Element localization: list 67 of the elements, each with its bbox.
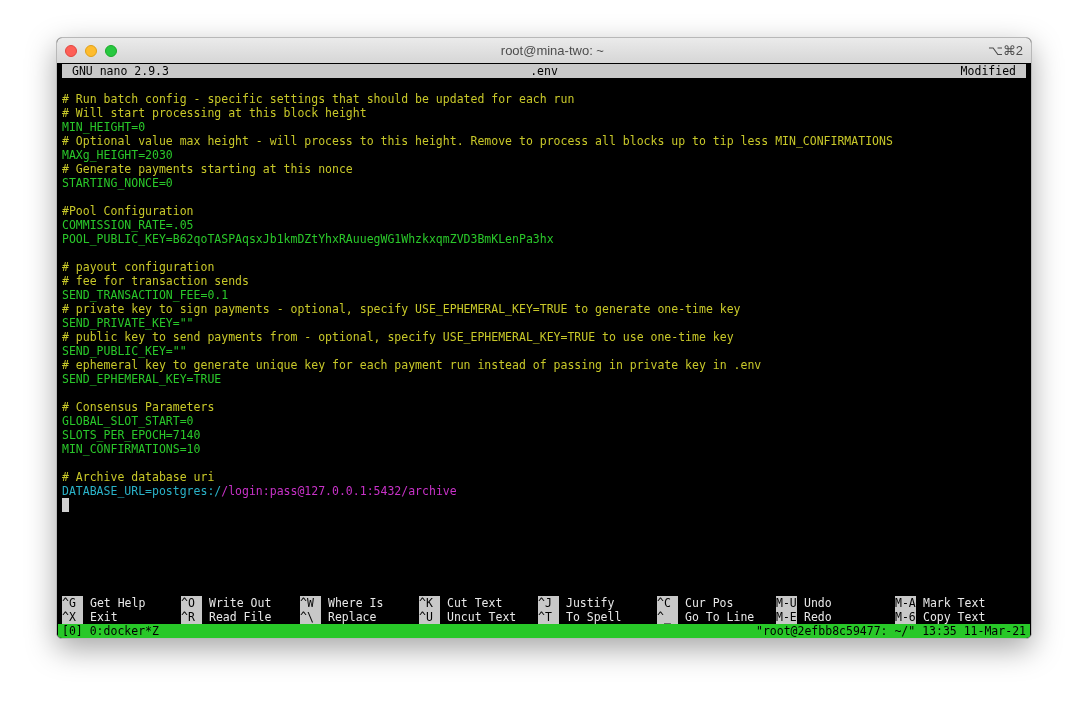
shortcut-label: Read File (209, 610, 272, 624)
code-line: SLOTS_PER_EPOCH=7140 (62, 428, 201, 442)
comment-line: # Run batch config - specific settings that should be updated for each run (62, 92, 575, 106)
file-name: .env (530, 64, 558, 78)
comment-line: # ephemeral key to generate unique key for each payment run instead of passing in private key in .env (62, 358, 762, 372)
shortcut-label: Go To Line (685, 610, 755, 624)
shortcut-label: Justify (566, 596, 615, 610)
comment-line: # Generate payments starting at this nonce (62, 162, 353, 176)
window-list: [0] 0:docker*Z (62, 624, 159, 638)
host-status: "root@2efbb8c59477: ~/" 13:35 11-Mar-21 (755, 624, 1026, 638)
comment-line: # Consensus Parameters (62, 400, 215, 414)
shortcut-key: ^C (657, 596, 678, 610)
shortcut-key: M-U (776, 596, 797, 610)
code-line: POOL_PUBLIC_KEY=B62qoTASPAqsxJb1kmDZtYhxRAuuegWG1WhzkxqmZVD3BmKLenPa3hx (62, 232, 554, 246)
shortcut-label: Undo (804, 596, 832, 610)
shortcut-key: ^R (181, 610, 202, 624)
code-line: MIN_HEIGHT=0 (62, 120, 146, 134)
shortcut-label: Write Out (209, 596, 272, 610)
shortcut-label: To Spell (566, 610, 622, 624)
shortcut-label: Cur Pos (685, 596, 734, 610)
shortcut-key: ^X (62, 610, 83, 624)
code-line: SEND_PRIVATE_KEY="" (62, 316, 194, 330)
editor-version: GNU nano 2.9.3 (72, 64, 169, 78)
shortcut-label: Exit (90, 610, 118, 624)
comment-line: # Optional value max height - will process to this height. Remove to process all blocks up to tip less MIN_CONFIRMATIONS (62, 134, 893, 148)
minimize-button[interactable] (85, 44, 97, 57)
code-line: COMMISSION_RATE=.05 (62, 218, 194, 232)
comment-line: #Pool Configuration (62, 204, 194, 218)
shortcut-key: ^J (538, 596, 559, 610)
shortcut-label: Replace (328, 610, 377, 624)
shortcut-label: Mark Text (923, 596, 986, 610)
shortcut-label: Get Help (90, 596, 146, 610)
comment-line: # public key to send payments from - optional, specify USE_EPHEMERAL_KEY=TRUE to use one-time key (62, 330, 734, 344)
code-line: GLOBAL_SLOT_START=0 (62, 414, 194, 428)
shortcut-key: ^O (181, 596, 202, 610)
window-shortcut: ⌥⌘2 (987, 41, 1023, 60)
comment-line: # payout configuration (62, 260, 215, 274)
code-line: SEND_PUBLIC_KEY="" (62, 344, 187, 358)
shortcut-key: ^G (62, 596, 83, 610)
shortcut-label: Copy Text (923, 610, 986, 624)
code-line: SEND_EPHEMERAL_KEY=TRUE (62, 372, 222, 386)
shortcut-key: M-A (895, 596, 916, 610)
window-title: root@mina-two: ~ (500, 41, 604, 60)
shortcut-label: Where Is (328, 596, 384, 610)
close-button[interactable] (65, 44, 77, 57)
comment-line: # fee for transaction sends (62, 274, 249, 288)
shortcut-key: ^K (419, 596, 440, 610)
code-line: MIN_CONFIRMATIONS=10 (62, 442, 201, 456)
shortcut-label: Uncut Text (447, 610, 517, 624)
shortcut-key: ^_ (657, 610, 678, 624)
shortcut-key: M-E (776, 610, 797, 624)
comment-line: # private key to sign payments - optional, specify USE_EPHEMERAL_KEY=TRUE to generate one-time key (62, 302, 741, 316)
shortcut-label: Redo (804, 610, 832, 624)
shortcut-key: ^\ (300, 610, 321, 624)
shortcut-key: M-6 (895, 610, 916, 624)
shortcut-key: ^T (538, 610, 559, 624)
code-line: SEND_TRANSACTION_FEE=0.1 (62, 288, 229, 302)
shortcut-key: ^W (300, 596, 321, 610)
modified-status: Modified (960, 64, 1016, 78)
code-line: DATABASE_URL=postgres://login:pass@127.0.0.1:5432/archive (62, 484, 457, 498)
code-line: STARTING_NONCE=0 (62, 176, 173, 190)
code-line: MAXg_HEIGHT=2030 (62, 148, 173, 162)
comment-line: # Will start processing at this block height (62, 106, 367, 120)
comment-line: # Archive database uri (62, 470, 215, 484)
zoom-button[interactable] (105, 44, 117, 57)
shortcut-key: ^U (419, 610, 440, 624)
shortcut-label: Cut Text (447, 596, 503, 610)
